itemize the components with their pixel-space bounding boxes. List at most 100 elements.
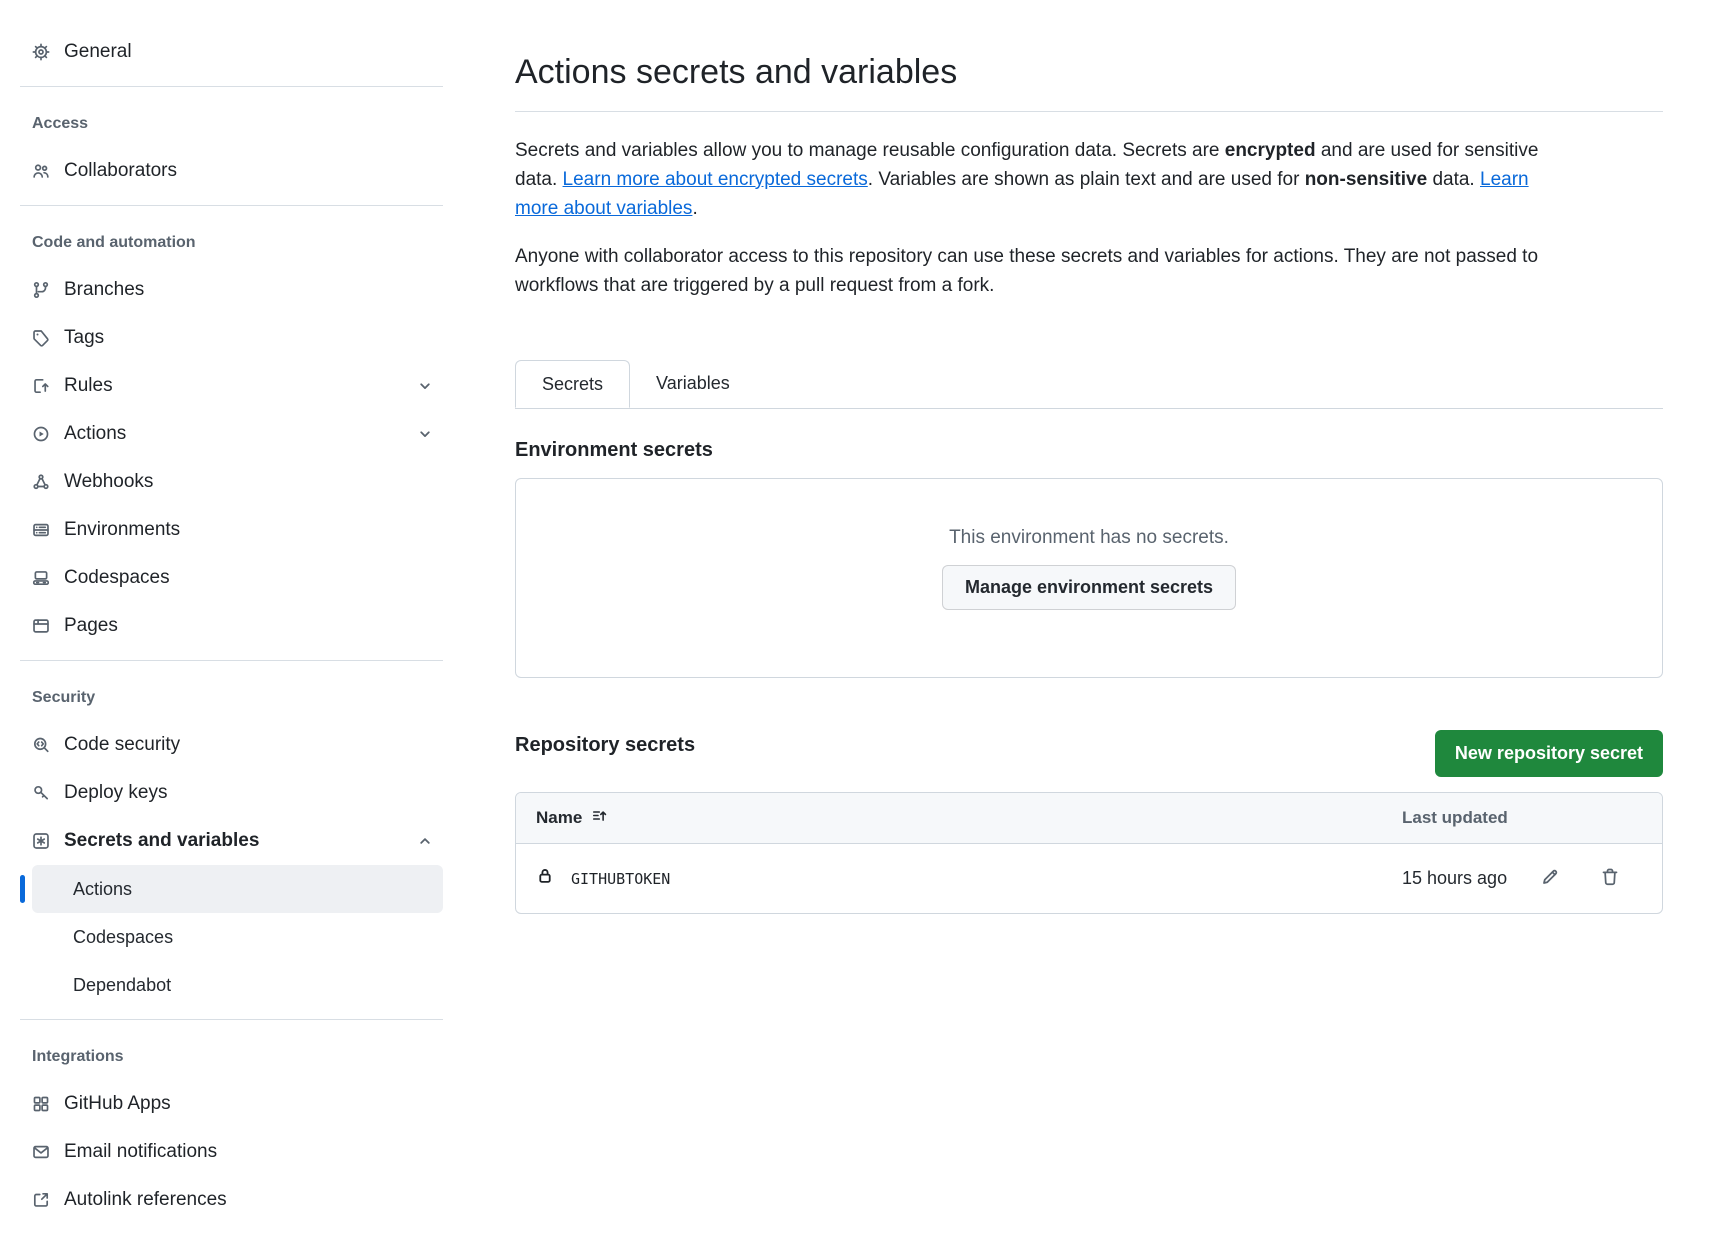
sidebar-divider (20, 660, 443, 661)
play-icon (32, 425, 50, 443)
intro-bold-encrypted: encrypted (1225, 140, 1316, 161)
intro-text: Secrets and variables allow you to manag… (515, 140, 1225, 161)
chevron-up-icon (417, 833, 433, 849)
sidebar-item-label: General (64, 41, 132, 63)
secret-name-cell: GITHUBTOKEN (536, 867, 1402, 890)
intro-text: . Variables are shown as plain text and … (868, 169, 1305, 190)
sidebar-item-branches[interactable]: Branches (20, 266, 443, 314)
secrets-variables-tabnav: Secrets Variables (515, 360, 1663, 409)
main-content: Actions secrets and variables Secrets an… (460, 0, 1732, 1238)
gear-icon (32, 43, 50, 61)
intro-text: data. (1427, 169, 1480, 190)
sidebar-item-label: Rules (64, 375, 113, 397)
sidebar-item-rules[interactable]: Rules (20, 362, 443, 410)
intro-bold-non-sensitive: non-sensitive (1305, 169, 1427, 190)
tab-variables[interactable]: Variables (630, 360, 756, 408)
repository-secrets-table: Name Last updated GITHUBTOKEN 15 hours a… (515, 792, 1663, 914)
sidebar-section-integrations: Integrations (20, 1044, 443, 1070)
sidebar-section-code-automation: Code and automation (20, 230, 443, 256)
sidebar-item-label: Actions (64, 423, 126, 445)
tag-icon (32, 329, 50, 347)
codescan-icon (32, 736, 50, 754)
sidebar-item-actions[interactable]: Actions (20, 410, 443, 458)
browser-icon (32, 617, 50, 635)
repository-secrets-header: Repository secrets New repository secret (515, 730, 1663, 777)
sidebar-section-security: Security (20, 685, 443, 711)
table-row: GITHUBTOKEN 15 hours ago (516, 844, 1662, 913)
sidebar-subitem-actions-wrap: Actions (20, 865, 443, 913)
tab-secrets[interactable]: Secrets (515, 360, 630, 408)
sidebar-item-environments[interactable]: Environments (20, 506, 443, 554)
sidebar-item-label: Email notifications (64, 1141, 217, 1163)
sidebar-item-codespaces[interactable]: Codespaces (20, 554, 443, 602)
sidebar-item-label: Branches (64, 279, 144, 301)
sidebar-item-label: GitHub Apps (64, 1093, 171, 1115)
sidebar-item-label: Tags (64, 327, 104, 349)
sidebar-item-email-notifications[interactable]: Email notifications (20, 1128, 443, 1176)
sidebar-item-github-apps[interactable]: GitHub Apps (20, 1080, 443, 1128)
intro-text: . (692, 198, 697, 219)
sidebar-item-label: Webhooks (64, 471, 153, 493)
sidebar-subitem-dependabot[interactable]: Dependabot (32, 961, 443, 1009)
sidebar-item-label: Collaborators (64, 160, 177, 182)
sidebar-divider (20, 205, 443, 206)
sidebar-item-autolink-references[interactable]: Autolink references (20, 1176, 443, 1224)
sidebar-item-tags[interactable]: Tags (20, 314, 443, 362)
asterisk-box-icon (32, 832, 50, 850)
learn-more-encrypted-secrets-link[interactable]: Learn more about encrypted secrets (563, 169, 868, 190)
environment-empty-message: This environment has no secrets. (516, 527, 1662, 549)
sidebar-item-deploy-keys[interactable]: Deploy keys (20, 769, 443, 817)
sidebar-divider (20, 1019, 443, 1020)
sidebar-item-label: Codespaces (73, 927, 173, 948)
sidebar-item-label: Code security (64, 734, 180, 756)
sidebar-item-label: Environments (64, 519, 180, 541)
sidebar-item-collaborators[interactable]: Collaborators (20, 147, 443, 195)
settings-page: General Access Collaborators Code and au… (0, 0, 1732, 1238)
secret-name: GITHUBTOKEN (571, 870, 670, 888)
page-title: Actions secrets and variables (515, 51, 1663, 112)
new-repository-secret-button[interactable]: New repository secret (1435, 730, 1663, 777)
lock-icon (536, 867, 554, 890)
pencil-icon (1540, 867, 1560, 890)
sidebar-item-code-security[interactable]: Code security (20, 721, 443, 769)
selected-accent-bar (20, 875, 25, 903)
collaborator-access-note: Anyone with collaborator access to this … (515, 242, 1575, 300)
sidebar-item-webhooks[interactable]: Webhooks (20, 458, 443, 506)
sidebar-item-pages[interactable]: Pages (20, 602, 443, 650)
environment-secrets-heading: Environment secrets (515, 439, 1663, 462)
intro-paragraph: Secrets and variables allow you to manag… (515, 136, 1575, 223)
people-icon (32, 162, 50, 180)
sidebar-item-label: Deploy keys (64, 782, 168, 804)
sidebar-item-label: Pages (64, 615, 118, 637)
sidebar-subitem-actions[interactable]: Actions (32, 865, 443, 913)
column-header-name[interactable]: Name (536, 807, 1402, 829)
server-icon (32, 521, 50, 539)
branch-icon (32, 281, 50, 299)
apps-grid-icon (32, 1095, 50, 1113)
sidebar-item-label: Autolink references (64, 1189, 227, 1211)
table-header-row: Name Last updated (516, 793, 1662, 844)
manage-environment-secrets-button[interactable]: Manage environment secrets (942, 565, 1236, 610)
sidebar-item-label: Dependabot (73, 975, 171, 996)
mail-icon (32, 1143, 50, 1161)
secret-last-updated: 15 hours ago (1402, 868, 1522, 889)
column-header-last-updated: Last updated (1402, 808, 1642, 828)
sidebar-subitem-codespaces[interactable]: Codespaces (32, 913, 443, 961)
delete-secret-button[interactable] (1596, 863, 1624, 894)
sidebar-item-label: Codespaces (64, 567, 170, 589)
sidebar-divider (20, 86, 443, 87)
repository-secrets-heading: Repository secrets (515, 734, 695, 757)
chevron-down-icon (417, 378, 433, 394)
sidebar-item-label: Secrets and variables (64, 830, 259, 852)
sort-ascending-icon (591, 807, 608, 829)
key-icon (32, 784, 50, 802)
environment-secrets-empty-box: This environment has no secrets. Manage … (515, 478, 1663, 678)
sidebar-item-general[interactable]: General (20, 28, 443, 76)
webhook-icon (32, 473, 50, 491)
settings-sidebar: General Access Collaborators Code and au… (0, 0, 460, 1238)
sidebar-item-secrets-and-variables[interactable]: Secrets and variables (20, 817, 443, 865)
sidebar-item-label: Actions (73, 879, 132, 900)
edit-secret-button[interactable] (1536, 863, 1564, 894)
sidebar-section-access: Access (20, 111, 443, 137)
column-name-label: Name (536, 808, 582, 828)
